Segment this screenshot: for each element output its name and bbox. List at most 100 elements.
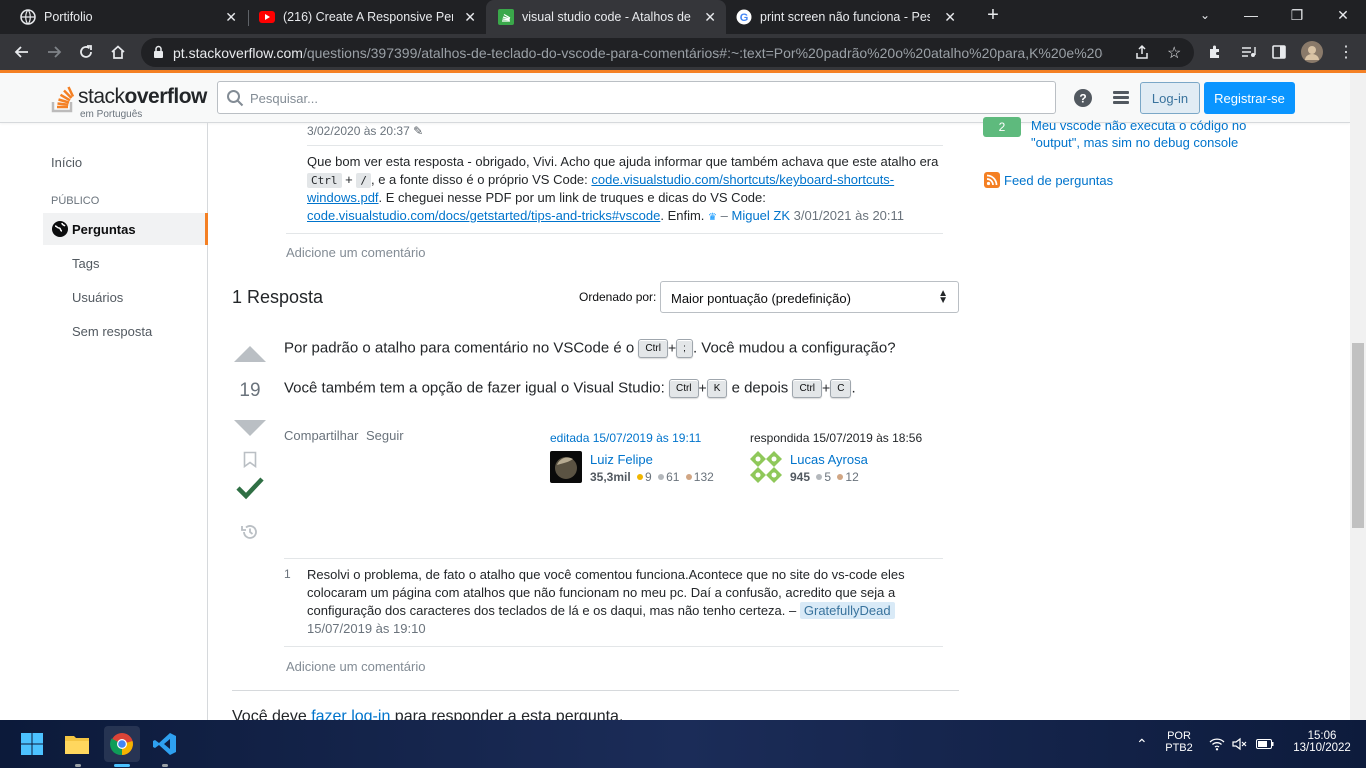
answered-date[interactable]: respondida 15/07/2019 às 18:56 (750, 431, 922, 445)
open-app-indicator (162, 764, 168, 767)
tab-search-chevron-icon[interactable]: ⌄ (1182, 0, 1228, 30)
downvote-icon[interactable] (233, 420, 267, 436)
answer-body-line2: Você também tem a opção de fazer igual o… (284, 379, 856, 398)
add-comment-link[interactable]: Adicione um comentário (286, 245, 425, 260)
close-icon[interactable]: ✕ (225, 9, 237, 26)
media-control-icon[interactable] (1236, 40, 1260, 64)
comment-link-shortcuts[interactable]: code.visualstudio.com/shortcuts/keyboard… (591, 172, 894, 187)
svg-text:G: G (740, 12, 749, 24)
mod-diamond-icon: ♛ (708, 212, 718, 223)
comment-date[interactable]: 3/01/2021 às 20:11 (794, 208, 904, 223)
history-icon[interactable] (240, 522, 260, 542)
restore-icon[interactable]: ❐ (1274, 0, 1320, 30)
comment-link-tips[interactable]: code.visualstudio.com/docs/getstarted/ti… (307, 208, 660, 223)
share-link[interactable]: Compartilhar (284, 428, 358, 443)
url-host: pt.stackoverflow.com (173, 45, 303, 61)
kbd-key: K (706, 379, 728, 398)
help-icon[interactable]: ? (1072, 87, 1094, 109)
follow-link[interactable]: Seguir (366, 428, 404, 443)
clock[interactable]: 15:06 13/10/2022 (1284, 730, 1360, 754)
upvote-icon[interactable] (233, 346, 267, 362)
login-button[interactable]: Log-in (1140, 82, 1200, 114)
forward-icon[interactable] (42, 40, 66, 64)
chrome-icon[interactable] (104, 726, 140, 762)
close-icon[interactable]: ✕ (704, 9, 716, 26)
back-icon[interactable] (10, 40, 34, 64)
file-explorer-icon[interactable] (61, 728, 93, 760)
edited-date-link[interactable]: editada 15/07/2019 às 19:11 (550, 431, 701, 445)
show-hidden-icons-chevron-icon[interactable]: ⌃ (1136, 736, 1148, 753)
answer-text: Você também tem a opção de fazer igual o… (284, 379, 665, 397)
nav-users[interactable]: Usuários (72, 290, 123, 305)
silver-badge-icon (658, 474, 665, 481)
nav-questions[interactable]: Perguntas (43, 213, 208, 245)
menu-icon[interactable]: ⋮ (1334, 40, 1358, 64)
sort-select[interactable]: Maior pontuação (predefinição) ▲ ▼ (660, 281, 959, 313)
question-edit-date[interactable]: 3/02/2020 às 20:37 ✎ (307, 124, 423, 138)
scrollbar-thumb[interactable] (1352, 343, 1364, 528)
address-bar[interactable]: pt.stackoverflow.com/questions/397399/at… (141, 38, 1194, 67)
comment-date[interactable]: 15/07/2019 às 19:10 (307, 621, 426, 636)
keyboard-layout: PTB2 (1165, 742, 1193, 754)
comment-author-link[interactable]: GratefullyDead (799, 602, 895, 619)
browser-tab-youtube[interactable]: (216) Create A Responsive Persor ✕ (249, 0, 486, 34)
accepted-check-icon (236, 477, 264, 500)
browser-tab-google[interactable]: G print screen não funciona - Pesqu ✕ (726, 0, 966, 34)
side-panel-icon[interactable] (1267, 40, 1291, 64)
minimize-icon[interactable]: — (1228, 0, 1274, 30)
vscode-icon[interactable] (149, 728, 181, 760)
author-name-link[interactable]: Lucas Ayrosa (790, 452, 868, 467)
answer-comment: Resolvi o problema, de fato o atalho que… (307, 566, 912, 638)
share-icon[interactable] (1134, 44, 1150, 63)
add-comment-link[interactable]: Adicione um comentário (286, 659, 425, 674)
kbd-key: ; (676, 339, 693, 358)
nav-tags[interactable]: Tags (72, 256, 99, 271)
close-icon[interactable]: ✕ (944, 9, 956, 26)
star-icon[interactable]: ☆ (1167, 43, 1181, 63)
battery-icon[interactable] (1253, 728, 1277, 760)
comment-score: 1 (284, 567, 291, 581)
browser-tab-portifolio[interactable]: Portifolio ✕ (0, 0, 247, 34)
bookmark-icon[interactable] (243, 451, 257, 468)
site-switcher-icon[interactable] (1110, 87, 1132, 109)
related-question-link[interactable]: Meu vscode não executa o código no "outp… (1031, 117, 1271, 151)
comment-text: , e a fonte disso é o próprio VS Code: (370, 172, 592, 187)
new-tab-icon[interactable]: + (970, 0, 1016, 30)
extensions-icon[interactable] (1203, 40, 1227, 64)
avatar-lucas-ayrosa[interactable] (750, 451, 782, 483)
windows-taskbar: ⌃ POR PTB2 15:06 13/10/2022 (0, 720, 1366, 768)
close-icon[interactable]: ✕ (464, 9, 476, 26)
wifi-icon[interactable] (1206, 728, 1228, 760)
browser-tab-stackoverflow[interactable]: visual studio code - Atalhos de te ✕ (486, 0, 726, 34)
volume-muted-icon[interactable] (1229, 728, 1251, 760)
question-feed-link[interactable]: Feed de perguntas (1004, 173, 1113, 188)
lock-icon[interactable] (153, 45, 164, 62)
window-close-icon[interactable]: ✕ (1320, 0, 1366, 30)
nav-unanswered[interactable]: Sem resposta (72, 324, 152, 339)
select-arrows-icon: ▲ ▼ (938, 288, 948, 306)
avatar-luiz-felipe[interactable] (550, 451, 582, 483)
windows-start-icon[interactable] (16, 728, 48, 760)
editor-name-link[interactable]: Luiz Felipe (590, 452, 653, 467)
kbd-key: C (830, 379, 852, 398)
comment-divider (286, 233, 943, 234)
comment-author-link[interactable]: Miguel ZK (732, 208, 791, 223)
kbd-key: Ctrl (792, 379, 823, 398)
comment-dash: – (720, 208, 728, 223)
search-input[interactable]: Pesquisar... (217, 81, 1056, 114)
input-language-indicator[interactable]: POR PTB2 (1162, 730, 1196, 754)
stackoverflow-logo-icon (51, 86, 75, 113)
vote-count: 19 (239, 380, 261, 401)
silver-badge-icon (816, 474, 823, 481)
profile-avatar[interactable] (1300, 40, 1324, 64)
page-scrollbar[interactable] (1350, 73, 1366, 720)
comment-link-shortcuts-cont[interactable]: windows.pdf (307, 190, 379, 205)
related-question-score: 2 (983, 117, 1021, 137)
home-icon[interactable] (106, 40, 130, 64)
nav-questions-label: Perguntas (72, 221, 136, 237)
site-logo[interactable]: stackoverflow em Português (50, 79, 210, 120)
youtube-icon (259, 9, 275, 25)
reload-icon[interactable] (74, 40, 98, 64)
signup-button[interactable]: Registrar-se (1204, 82, 1295, 114)
nav-home[interactable]: Início (51, 155, 82, 170)
